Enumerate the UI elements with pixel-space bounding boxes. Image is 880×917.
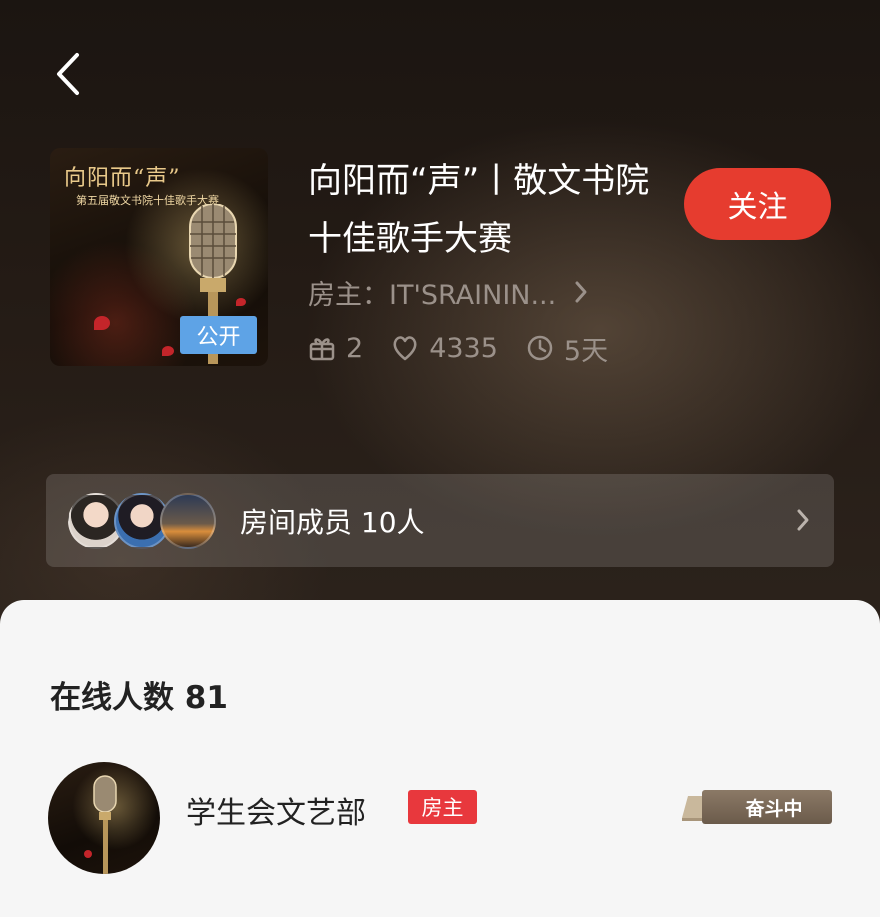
owner-tag: 房主 (408, 790, 477, 824)
host-label: 房主：IT'SRAININ... (308, 279, 557, 311)
gift-stat: 2 (308, 333, 363, 364)
avatar (160, 492, 216, 549)
online-count-title: 在线人数 81 (50, 680, 228, 716)
members-label: 房间成员 10人 (240, 505, 425, 539)
back-button[interactable] (44, 48, 92, 100)
room-title: 向阳而“声”丨敬文书院十佳歌手大赛 (308, 161, 650, 259)
heart-icon (393, 336, 417, 361)
chevron-right-icon (574, 280, 588, 304)
host-link[interactable]: 房主：IT'SRAININ... (308, 272, 588, 312)
microphone-icon (84, 775, 117, 874)
petal-decoration (162, 346, 174, 356)
duration-value: 5天 (563, 335, 609, 367)
petal-decoration (236, 298, 246, 306)
follow-button[interactable]: 关注 (684, 168, 831, 240)
user-name[interactable]: 学生会文艺部 (186, 788, 366, 832)
member-avatars (68, 491, 238, 551)
room-cover: 向阳而“声” 第五届敬文书院十佳歌手大赛 公开 (50, 148, 268, 366)
level-label: 奋斗中 (702, 790, 832, 824)
duration-stat: 5天 (526, 329, 608, 368)
level-badge: 奋斗中 (680, 788, 832, 824)
online-users-panel: 在线人数 81 学生会文艺部 房主 奋斗中 (0, 600, 880, 917)
gift-count: 2 (346, 332, 364, 364)
avatar[interactable] (48, 762, 160, 874)
gift-icon (309, 338, 335, 361)
cover-title: 向阳而“声” (64, 166, 181, 191)
room-stats: 2 4335 5天 (308, 329, 636, 368)
chevron-right-icon (797, 509, 809, 531)
popularity-count: 4335 (429, 332, 498, 364)
room-members-bar[interactable]: 房间成员 10人 (46, 474, 834, 567)
popularity-stat: 4335 (391, 333, 498, 364)
back-arrow-icon (57, 53, 79, 95)
public-badge: 公开 (180, 316, 257, 354)
petal-decoration (94, 316, 110, 330)
room-header: 向阳而“声” 第五届敬文书院十佳歌手大赛 公开 向阳而“声”丨敬文书院十佳歌手大… (0, 0, 880, 640)
clock-icon (527, 335, 553, 361)
